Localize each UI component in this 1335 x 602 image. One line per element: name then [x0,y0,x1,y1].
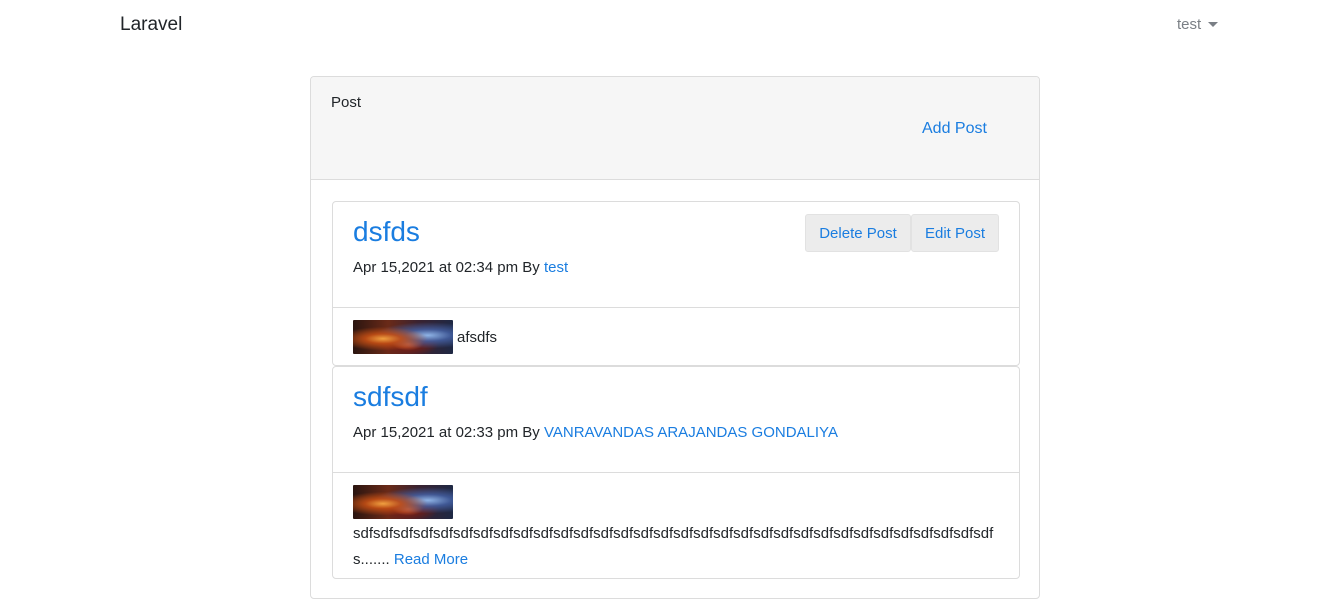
post-header: sdfsdf Apr 15,2021 at 02:33 pm By VANRAV… [333,367,1019,473]
brand-link[interactable]: Laravel [120,14,182,36]
read-more-link[interactable]: Read More [394,551,468,568]
posts-card: Post Add Post dsfds Apr 15,2021 at 02:34… [310,76,1040,599]
post-title-link[interactable]: sdfsdf [353,381,428,413]
user-name: test [1177,16,1202,33]
post-thumbnail-image [353,320,453,354]
post-body: sdfsdfsdfsdfsdfsdfsdfsdfsdfsdfsdfsdfsdfs… [353,485,1003,573]
user-dropdown[interactable]: test [1177,16,1219,33]
post-title-link[interactable]: dsfds [353,216,420,248]
post-meta: Apr 15,2021 at 02:33 pm By VANRAVANDAS A… [353,424,838,441]
by-label: By [522,424,540,441]
post-meta: Apr 15,2021 at 02:34 pm By test [353,259,568,276]
post-date: Apr 15,2021 at 02:33 pm [353,424,519,441]
post-excerpt: afsdfs [457,328,498,346]
post-header: dsfds Apr 15,2021 at 02:34 pm By test De… [333,202,1019,308]
card-header: Post Add Post [311,77,1039,180]
add-post-link[interactable]: Add Post [922,120,987,138]
post-author-link[interactable]: VANRAVANDAS ARAJANDAS GONDALIYA [544,424,838,441]
top-navbar: Laravel test [0,0,1335,52]
post-card: sdfsdf Apr 15,2021 at 02:33 pm By VANRAV… [332,366,1020,579]
post-date: Apr 15,2021 at 02:34 pm [353,259,519,276]
card-title: Post [331,94,362,111]
post-thumbnail-image [353,485,453,519]
by-label: By [522,259,540,276]
post-card: dsfds Apr 15,2021 at 02:34 pm By test De… [332,201,1020,366]
delete-post-button[interactable]: Delete Post [805,214,911,252]
post-author-link[interactable]: test [544,259,568,276]
caret-down-icon [1208,22,1219,27]
edit-post-button[interactable]: Edit Post [911,214,999,252]
post-body: afsdfs [353,320,1003,354]
post-excerpt-block: sdfsdfsdfsdfsdfsdfsdfsdfsdfsdfsdfsdfsdfs… [353,521,1003,573]
